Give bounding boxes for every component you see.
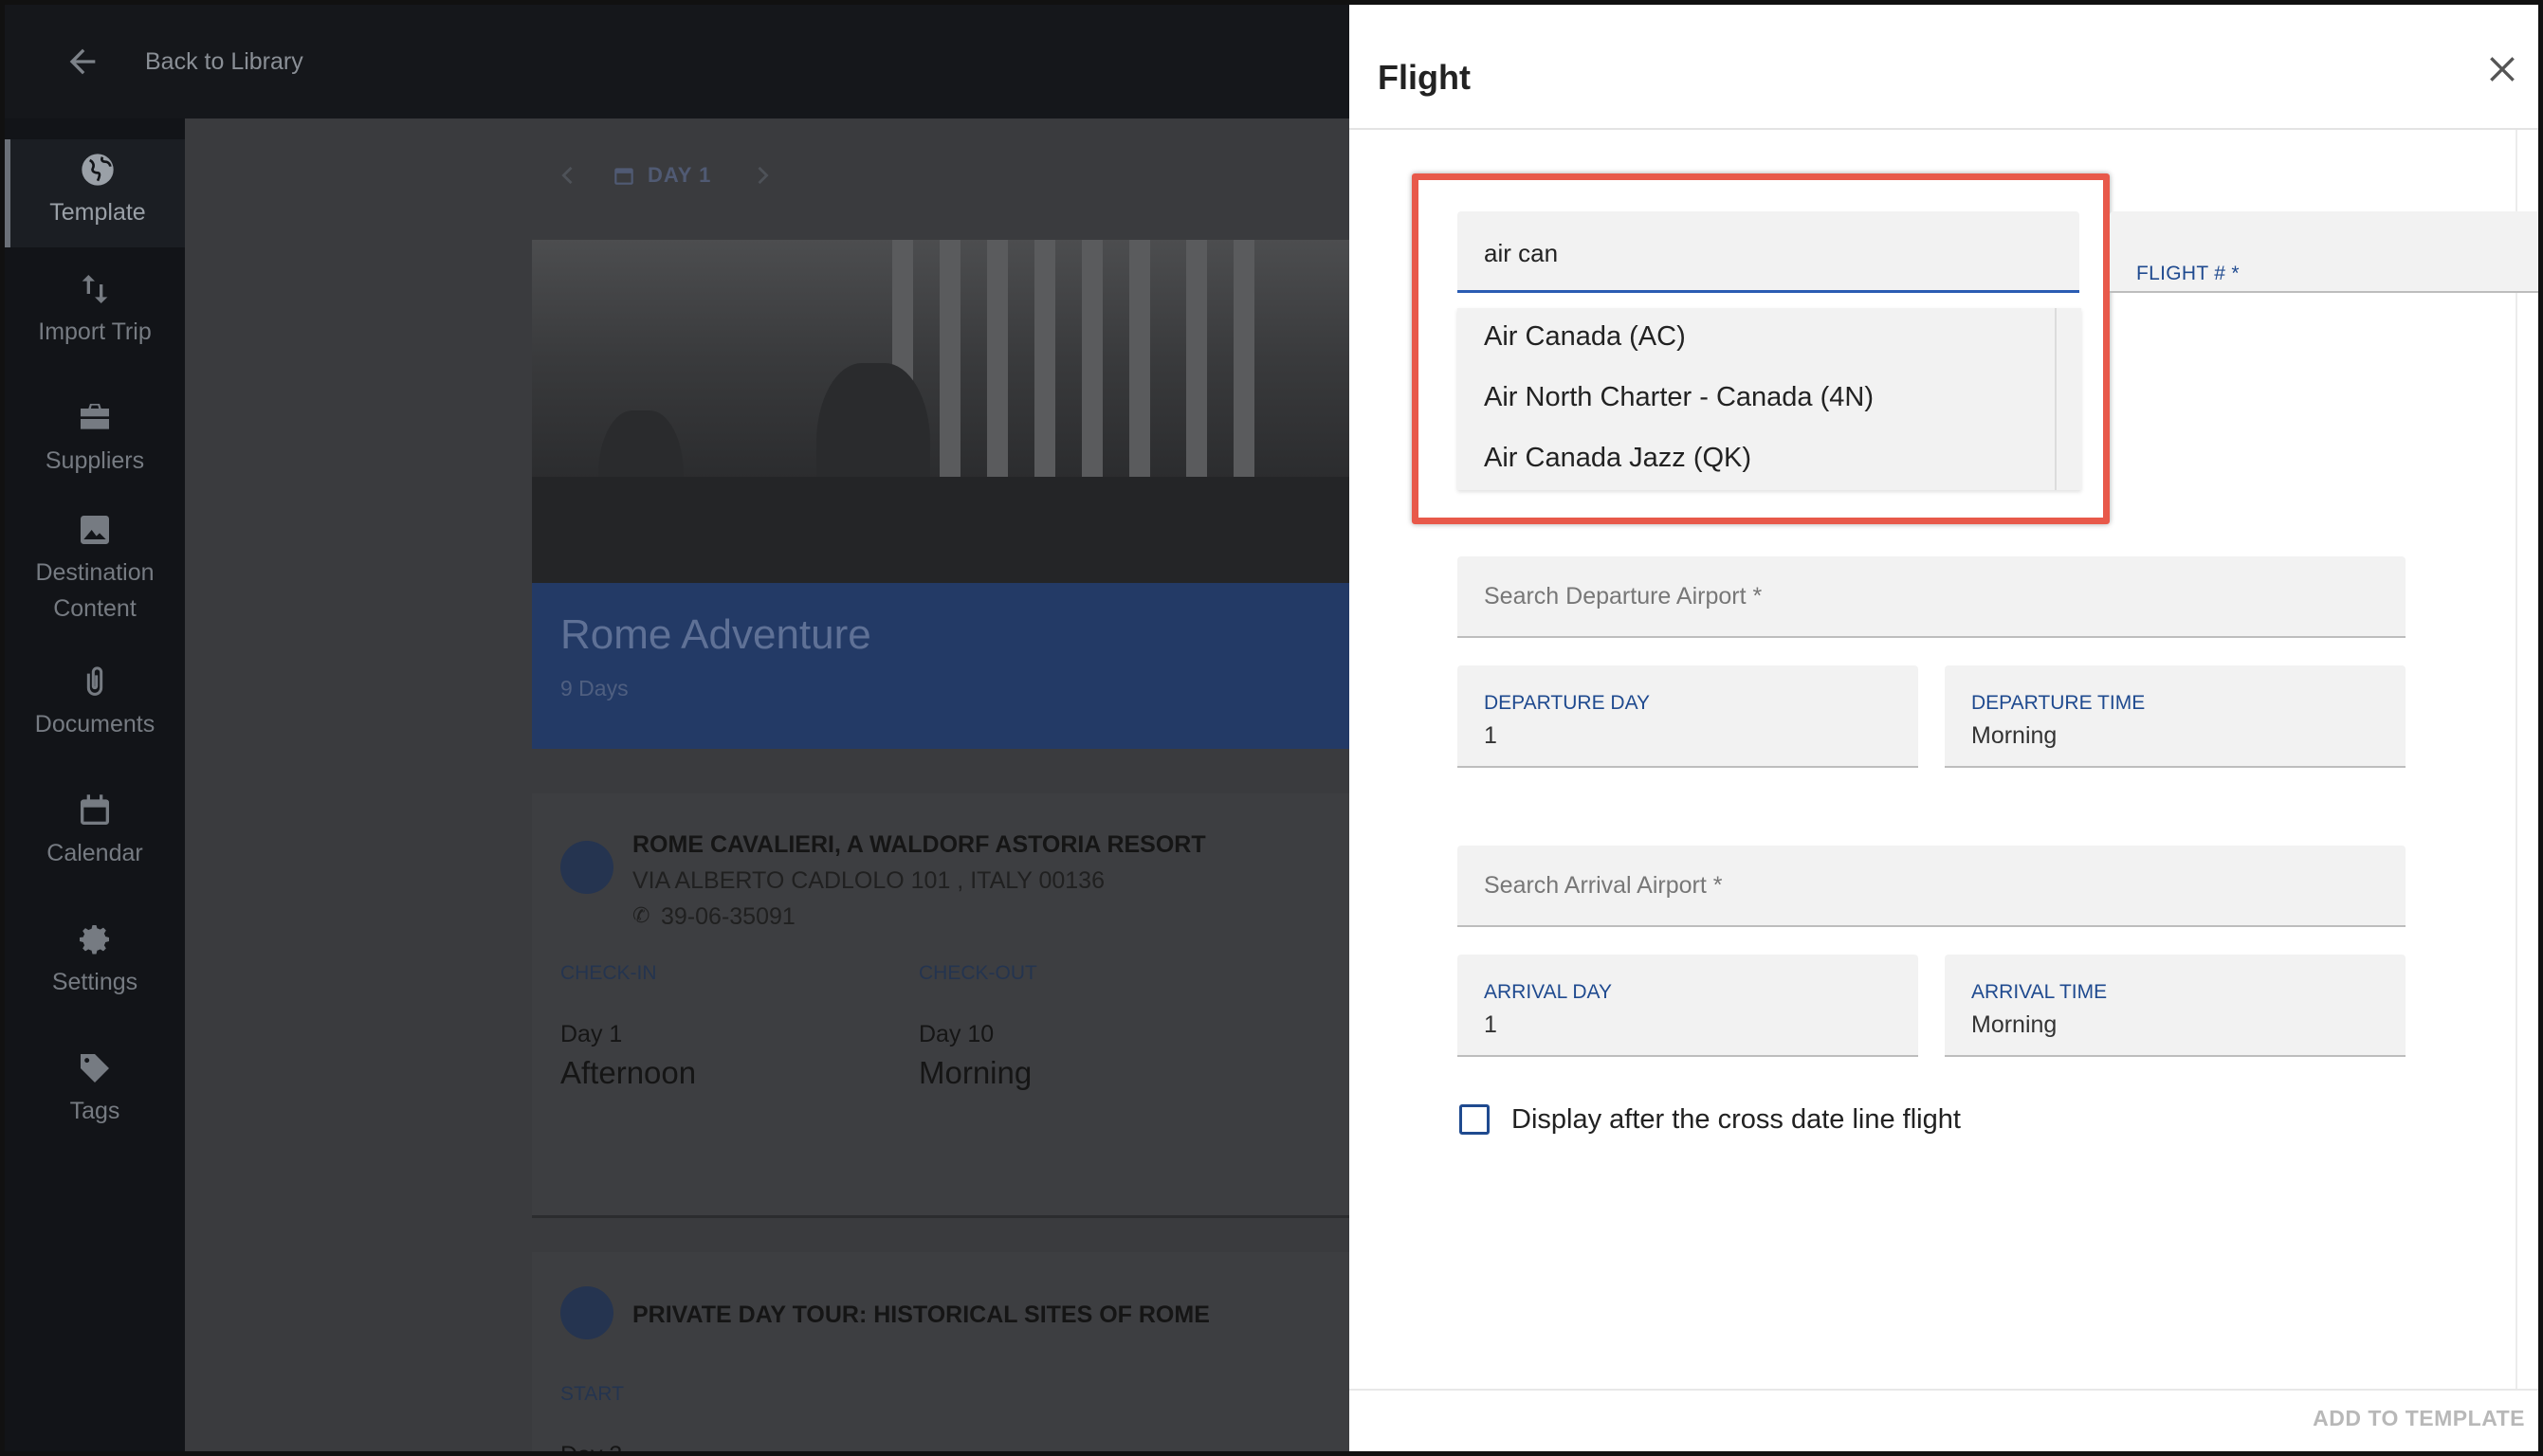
checkin-label: CHECK-IN: [560, 962, 657, 984]
checkin-time: Afternoon: [560, 1055, 697, 1090]
divider: [1349, 128, 2538, 130]
add-to-template-button[interactable]: ADD TO TEMPLATE: [2297, 1406, 2525, 1444]
sidebar-item-label: Suppliers: [45, 447, 145, 474]
back-to-library-link[interactable]: Back to Library: [145, 48, 303, 76]
sidebar-item-label: Calendar: [46, 840, 143, 866]
sidebar: Template Import Trip Suppliers Destinati…: [5, 118, 185, 1451]
arrival-airport-placeholder: Search Arrival Airport *: [1484, 872, 1723, 899]
sidebar-item-label: Documents: [34, 711, 156, 737]
flight-number-field[interactable]: FLIGHT # *: [2110, 211, 2538, 293]
checkout-day: Day 10: [919, 1021, 995, 1047]
checkin-day: Day 1: [560, 1021, 623, 1047]
arrival-airport-field[interactable]: Search Arrival Airport *: [1457, 846, 2406, 927]
hotel-card[interactable]: ROME CAVALIERI, A WALDORF ASTORIA RESORT…: [532, 793, 1366, 1218]
dropdown-scrollbar[interactable]: [2055, 308, 2057, 490]
sidebar-item-destination-content[interactable]: Destination Content: [5, 511, 185, 627]
chevron-left-icon[interactable]: [555, 162, 581, 189]
sidebar-item-import-trip[interactable]: Import Trip: [5, 270, 185, 350]
airline-dropdown: Air Canada (AC) Air North Charter - Cana…: [1457, 308, 2081, 490]
briefcase-icon: [81, 404, 109, 429]
hotel-address: VIA ALBERTO CADLOLO 101 , ITALY 00136: [632, 867, 1105, 894]
chevron-right-icon[interactable]: [749, 162, 776, 189]
sidebar-item-label: Tags: [69, 1098, 120, 1124]
departure-airport-placeholder: Search Departure Airport *: [1484, 583, 1763, 610]
cross-date-line-checkbox[interactable]: [1459, 1104, 1490, 1135]
arrival-time-field[interactable]: ARRIVAL TIME Morning: [1945, 955, 2406, 1057]
image-icon: [81, 516, 109, 544]
hotel-phone: 39-06-35091: [661, 903, 796, 930]
gear-icon: [80, 925, 109, 955]
main-content: DAY 1 Rome Adventure 9 Days ROME CAVALIE…: [185, 118, 1366, 1451]
arrival-day-field[interactable]: ARRIVAL DAY 1: [1457, 955, 1918, 1057]
day-label: DAY 1: [648, 163, 712, 187]
sidebar-item-settings[interactable]: Settings: [5, 920, 185, 1000]
close-icon[interactable]: [2483, 50, 2521, 88]
cross-date-line-label[interactable]: Display after the cross date line flight: [1511, 1104, 1961, 1136]
calendar-icon: [614, 168, 633, 185]
swap-vertical-icon: [82, 275, 108, 303]
airline-option[interactable]: Air North Charter - Canada (4N): [1484, 382, 1874, 413]
start-day: Day 3: [560, 1442, 623, 1456]
drawer-scrollbar[interactable]: [2516, 130, 2517, 1391]
arrival-time-label: ARRIVAL TIME: [1971, 981, 2108, 1003]
sidebar-item-tags[interactable]: Tags: [5, 1049, 185, 1129]
tour-card[interactable]: PRIVATE DAY TOUR: HISTORICAL SITES OF RO…: [532, 1252, 1366, 1456]
start-label: START: [560, 1383, 624, 1405]
sidebar-item-template[interactable]: Template: [5, 139, 185, 247]
screen: Back to Library Template Import Trip Sup…: [0, 0, 2543, 1456]
tag-icon: [81, 1054, 109, 1083]
departure-time-label: DEPARTURE TIME: [1971, 692, 2146, 714]
sidebar-item-calendar[interactable]: Calendar: [5, 792, 185, 871]
sidebar-item-label: Destination: [35, 559, 155, 586]
arrival-time-value: Morning: [1971, 1011, 2058, 1038]
checkout-label: CHECK-OUT: [919, 962, 1037, 984]
globe-icon: [560, 1286, 613, 1339]
arrival-day-label: ARRIVAL DAY: [1484, 981, 1612, 1003]
sidebar-item-label: Settings: [51, 969, 138, 995]
departure-time-value: Morning: [1971, 722, 2058, 749]
trip-header: Rome Adventure 9 Days: [532, 583, 1366, 749]
airline-search-input[interactable]: [1484, 236, 2043, 270]
tour-name: PRIVATE DAY TOUR: HISTORICAL SITES OF RO…: [632, 1301, 1210, 1328]
departure-day-label: DEPARTURE DAY: [1484, 692, 1651, 714]
sidebar-item-label: Template: [49, 199, 146, 226]
sidebar-item-label-line2: Content: [53, 595, 137, 622]
calendar-icon: [81, 794, 109, 825]
trip-title: Rome Adventure: [560, 611, 871, 658]
airline-option[interactable]: Air Canada Jazz (QK): [1484, 443, 1751, 474]
departure-time-field[interactable]: DEPARTURE TIME Morning: [1945, 665, 2406, 768]
divider: [1349, 1389, 2538, 1391]
departure-day-value: 1: [1484, 722, 1497, 749]
trip-duration: 9 Days: [560, 676, 629, 701]
globe-icon: [82, 154, 114, 186]
airline-search-field[interactable]: [1457, 211, 2079, 293]
sidebar-item-documents[interactable]: Documents: [5, 663, 185, 742]
phone-icon: ✆: [632, 903, 650, 927]
top-bar: Back to Library: [5, 5, 1351, 118]
back-arrow-icon[interactable]: [64, 43, 101, 81]
departure-day-field[interactable]: DEPARTURE DAY 1: [1457, 665, 1918, 768]
flight-number-label: FLIGHT # *: [2136, 263, 2240, 284]
sidebar-item-suppliers[interactable]: Suppliers: [5, 399, 185, 479]
departure-airport-field[interactable]: Search Departure Airport *: [1457, 556, 2406, 638]
arrival-day-value: 1: [1484, 1011, 1497, 1038]
hotel-name: ROME CAVALIERI, A WALDORF ASTORIA RESORT: [632, 831, 1206, 858]
hero-image: [532, 240, 1366, 583]
airline-option[interactable]: Air Canada (AC): [1484, 321, 1686, 353]
day-navigator: DAY 1: [555, 156, 776, 194]
sidebar-item-label: Import Trip: [38, 318, 152, 345]
paperclip-icon: [86, 666, 103, 696]
drawer-title: Flight: [1378, 58, 1471, 97]
bed-icon: [560, 841, 613, 894]
checkout-time: Morning: [919, 1055, 1033, 1090]
